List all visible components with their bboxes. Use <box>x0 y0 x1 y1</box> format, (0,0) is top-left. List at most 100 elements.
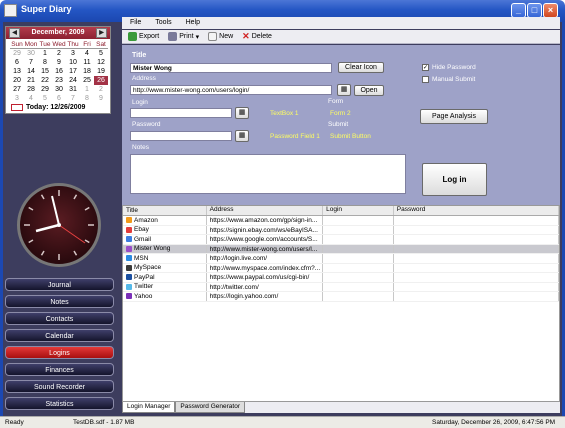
login-pick-button[interactable]: ▦ <box>235 107 249 119</box>
calendar-day[interactable]: 13 <box>10 67 24 76</box>
calendar-day[interactable]: 4 <box>80 49 94 58</box>
calendar-day[interactable]: 8 <box>80 94 94 103</box>
calendar-day[interactable]: 30 <box>24 49 38 58</box>
hide-password-checkbox[interactable]: ✓ Hide Password <box>422 64 476 71</box>
menu-tools[interactable]: Tools <box>155 17 171 29</box>
close-button[interactable]: × <box>543 3 558 18</box>
calendar-day[interactable]: 9 <box>52 58 66 67</box>
window-pick-icon: ▦ <box>238 132 246 139</box>
table-row[interactable]: Amazon https://www.amazon.com/gp/sign-in.… <box>123 216 559 226</box>
maximize-button[interactable]: □ <box>527 3 542 18</box>
clear-icon-button[interactable]: Clear Icon <box>338 62 384 73</box>
calendar-day[interactable]: 1 <box>80 85 94 94</box>
calendar-day[interactable]: 24 <box>66 76 80 85</box>
table-row[interactable]: PayPal https://www.paypal.com/us/cgi-bin/ <box>123 273 559 283</box>
tab-password-generator[interactable]: Password Generator <box>175 402 245 413</box>
calendar-day[interactable]: 15 <box>38 67 52 76</box>
tab-login-manager[interactable]: Login Manager <box>122 402 176 413</box>
calendar-day[interactable]: 26 <box>94 76 108 85</box>
table-row[interactable]: Yahoo https://login.yahoo.com/ <box>123 292 559 302</box>
calendar-day[interactable]: 6 <box>10 58 24 67</box>
address-pick-button[interactable]: ▦ <box>337 84 351 96</box>
calendar-day[interactable]: 5 <box>94 49 108 58</box>
calendar-day[interactable]: 16 <box>52 67 66 76</box>
calendar-day[interactable]: 11 <box>80 58 94 67</box>
nav-sound-recorder[interactable]: Sound Recorder <box>5 380 114 393</box>
nav-calendar[interactable]: Calendar <box>5 329 114 342</box>
calendar-day[interactable]: 7 <box>66 94 80 103</box>
log-in-button[interactable]: Log in <box>422 163 487 196</box>
cell-address: https://login.yahoo.com/ <box>207 292 324 301</box>
calendar-next-icon[interactable]: ▶ <box>96 28 107 38</box>
print-dropdown-icon[interactable]: ▾ <box>196 33 200 41</box>
calendar-day[interactable]: 18 <box>80 67 94 76</box>
table-row[interactable]: Twitter http://twitter.com/ <box>123 282 559 292</box>
calendar-day[interactable]: 7 <box>24 58 38 67</box>
calendar-day[interactable]: 10 <box>66 58 80 67</box>
calendar-day[interactable]: 9 <box>94 94 108 103</box>
calendar-day[interactable]: 29 <box>38 85 52 94</box>
nav-journal[interactable]: Journal <box>5 278 114 291</box>
manual-submit-checkbox[interactable]: Manual Submit <box>422 76 475 83</box>
nav-logins[interactable]: Logins <box>5 346 114 359</box>
cell-password <box>394 254 559 263</box>
calendar-day[interactable]: 21 <box>24 76 38 85</box>
calendar-grid: Sun Mon Tue Wed Thu Fri Sat 29 30 1 2 3 4 5 6 7 8 9 10 11 12… <box>6 39 110 103</box>
cell-login <box>323 292 394 301</box>
menu-file[interactable]: File <box>130 17 141 29</box>
calendar-day[interactable]: 20 <box>10 76 24 85</box>
title-field[interactable]: Mister Wong <box>130 63 332 73</box>
minimize-button[interactable]: _ <box>511 3 526 18</box>
table-row[interactable]: Mister Wong http://www.mister-wong.com/us… <box>123 244 559 254</box>
menu-help[interactable]: Help <box>186 17 200 29</box>
column-login[interactable]: Login <box>323 206 394 215</box>
calendar-day[interactable]: 3 <box>66 49 80 58</box>
calendar-day[interactable]: 6 <box>52 94 66 103</box>
nav-statistics[interactable]: Statistics <box>5 397 114 410</box>
table-row[interactable]: Gmail https://www.google.com/accounts/S..… <box>123 235 559 245</box>
notes-field[interactable] <box>130 154 406 194</box>
calendar-day[interactable]: 23 <box>52 76 66 85</box>
nav-notes[interactable]: Notes <box>5 295 114 308</box>
calendar-day[interactable]: 5 <box>38 94 52 103</box>
calendar-day[interactable]: 25 <box>80 76 94 85</box>
table-row[interactable]: MSN http://login.live.com/ <box>123 254 559 264</box>
calendar-day[interactable]: 2 <box>52 49 66 58</box>
new-button[interactable]: New <box>208 32 233 41</box>
calendar-day[interactable]: 29 <box>10 49 24 58</box>
calendar-day[interactable]: 22 <box>38 76 52 85</box>
table-row[interactable]: MySpace http://www.myspace.com/index.cfm?… <box>123 263 559 273</box>
calendar-prev-icon[interactable]: ◀ <box>9 28 20 38</box>
password-pick-button[interactable]: ▦ <box>235 130 249 142</box>
calendar-day[interactable]: 27 <box>10 85 24 94</box>
print-button[interactable]: Print ▾ <box>168 32 199 41</box>
calendar-day[interactable]: 2 <box>94 85 108 94</box>
cell-address: https://www.google.com/accounts/S... <box>207 235 324 244</box>
calendar-day[interactable]: 12 <box>94 58 108 67</box>
nav-finances[interactable]: Finances <box>5 363 114 376</box>
login-field[interactable] <box>130 108 232 118</box>
export-button[interactable]: Export <box>128 32 159 41</box>
open-button[interactable]: Open <box>354 85 384 96</box>
table-row[interactable]: Ebay https://signin.ebay.com/ws/eBayISA..… <box>123 225 559 235</box>
calendar-day[interactable]: 19 <box>94 67 108 76</box>
calendar-today[interactable]: Today: 12/26/2009 <box>11 104 85 111</box>
nav-contacts[interactable]: Contacts <box>5 312 114 325</box>
delete-button[interactable]: ✕ Delete <box>242 31 272 42</box>
calendar-day[interactable]: 31 <box>66 85 80 94</box>
calendar-day[interactable]: 28 <box>24 85 38 94</box>
column-title[interactable]: Title <box>123 206 207 215</box>
calendar-day[interactable]: 1 <box>38 49 52 58</box>
cell-title-text: Gmail <box>134 235 151 243</box>
calendar-day[interactable]: 8 <box>38 58 52 67</box>
calendar-day[interactable]: 30 <box>52 85 66 94</box>
column-password[interactable]: Password <box>394 206 559 215</box>
calendar-day[interactable]: 3 <box>10 94 24 103</box>
page-analysis-button[interactable]: Page Analysis <box>420 109 488 124</box>
calendar-day[interactable]: 17 <box>66 67 80 76</box>
calendar-day[interactable]: 14 <box>24 67 38 76</box>
password-field[interactable] <box>130 131 232 141</box>
calendar-day[interactable]: 4 <box>24 94 38 103</box>
address-field[interactable]: http://www.mister-wong.com/users/login/ <box>130 85 332 95</box>
column-address[interactable]: Address <box>207 206 324 215</box>
